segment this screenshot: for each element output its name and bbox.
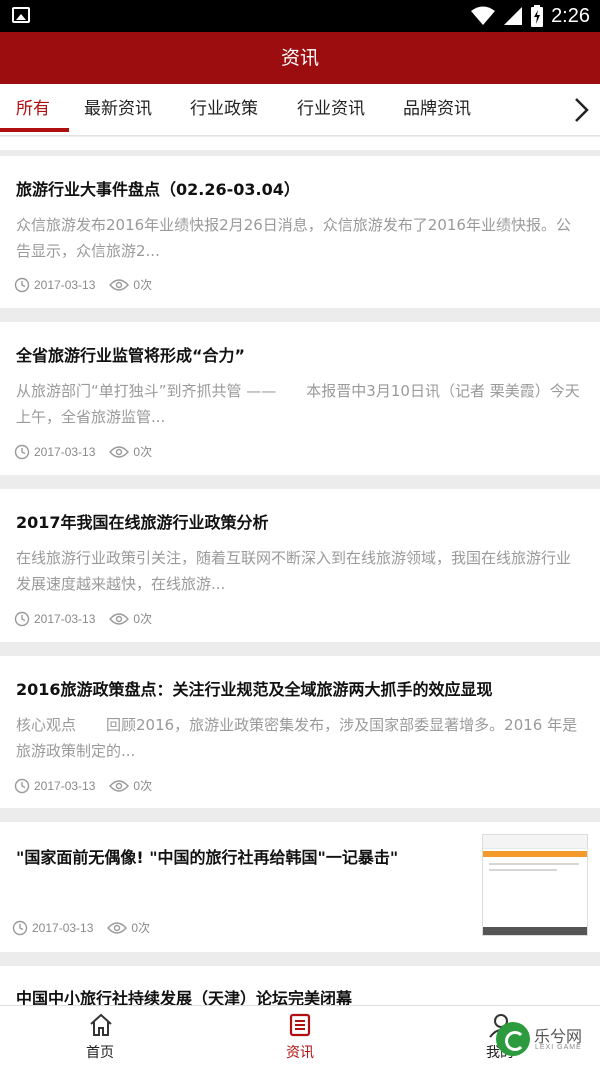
watermark-logo: 乐兮网 LEXI GAME [496,1022,592,1062]
article-card[interactable]: 中国中小旅行社持续发展（天津）论坛完美闭幕 [0,966,600,1006]
clock-icon [14,444,30,459]
page-title: 资讯 [280,47,319,69]
clock-icon [12,920,28,935]
battery-icon [531,5,544,27]
eye-icon [109,612,130,625]
article-meta: 2017-03-13 0次 [14,276,152,293]
nav-home[interactable]: 首页 [40,1006,160,1067]
status-bar: 2:26 [0,0,600,32]
category-tabs: 所有 最新资讯 行业政策 行业资讯 品牌资讯 [0,84,600,136]
clock-icon [14,611,30,626]
article-views: 0次 [133,779,153,793]
chevron-right-icon[interactable] [568,96,594,124]
article-card[interactable]: 旅游行业大事件盘点（02.26-03.04） 众信旅游发布2016年业绩快报2月… [0,156,600,308]
tab-latest-news[interactable]: 最新资讯 [84,84,152,136]
article-date: 2017-03-13 [32,920,94,935]
watermark-subtext: LEXI GAME [535,1044,582,1051]
article-card[interactable]: 2017年我国在线旅游行业政策分析 在线旅游行业政策引关注，随着互联网不断深入到… [0,489,600,642]
tab-industry-news[interactable]: 行业资讯 [297,84,365,136]
article-card[interactable]: 全省旅游行业监管将形成“合力” 从旅游部门“单打独斗”到齐抓共管 —— 本报晋中… [0,322,600,475]
article-date: 2017-03-13 [34,277,96,292]
nav-news[interactable]: 资讯 [240,1006,360,1067]
article-card[interactable]: "国家面前无偶像! "中国的旅行社再给韩国"一记暴击" 2017-03-13 0… [0,822,600,952]
eye-icon [107,921,128,934]
article-views: 0次 [133,612,153,626]
article-title: 旅游行业大事件盘点（02.26-03.04） [16,180,300,199]
list-top-strip [0,137,600,150]
article-meta: 2017-03-13 0次 [12,919,150,936]
article-date: 2017-03-13 [34,778,96,793]
article-meta: 2017-03-13 0次 [14,610,152,627]
home-icon [90,1013,112,1036]
article-thumbnail [482,834,588,936]
article-views: 0次 [133,278,153,292]
clock-icon [14,778,30,793]
watermark-icon [496,1022,530,1056]
article-title: "国家面前无偶像! "中国的旅行社再给韩国"一记暴击" [16,848,399,867]
status-icons: 2:26 [471,0,590,32]
active-tab-indicator [0,128,69,132]
article-views: 0次 [133,445,153,459]
article-card[interactable]: 2016旅游政策盘点：关注行业规范及全域旅游两大抓手的效应显现 核心观点 回顾2… [0,656,600,808]
signal-icon [504,7,523,25]
article-meta: 2017-03-13 0次 [14,777,152,794]
status-time: 2:26 [551,4,590,27]
article-meta: 2017-03-13 0次 [14,443,152,460]
article-views: 0次 [131,921,151,935]
eye-icon [109,278,130,291]
news-icon [289,1013,311,1037]
article-summary: 核心观点 回顾2016，旅游业政策密集发布，涉及国家部委显著增多。2016 年是… [16,716,578,760]
eye-icon [109,445,130,458]
nav-home-label: 首页 [86,1045,114,1061]
article-title: 全省旅游行业监管将形成“合力” [16,346,246,365]
article-title: 2017年我国在线旅游行业政策分析 [16,513,269,532]
article-title: 2016旅游政策盘点：关注行业规范及全域旅游两大抓手的效应显现 [16,680,493,699]
tab-brand-news[interactable]: 品牌资讯 [403,84,471,136]
article-summary: 在线旅游行业政策引关注，随着互联网不断深入到在线旅游领域，我国在线旅游行业发展速… [16,549,572,593]
article-title: 中国中小旅行社持续发展（天津）论坛完美闭幕 [16,989,353,1006]
article-date: 2017-03-13 [34,444,96,459]
tab-industry-policy[interactable]: 行业政策 [190,84,258,136]
eye-icon [109,779,130,792]
app-bar: 资讯 [0,32,600,84]
clock-icon [14,277,30,292]
article-date: 2017-03-13 [34,611,96,626]
image-notification-icon [12,7,30,23]
nav-news-label: 资讯 [286,1045,314,1061]
article-summary: 众信旅游发布2016年业绩快报2月26日消息，众信旅游发布了2016年业绩快报。… [16,216,571,260]
wifi-icon [471,6,496,25]
article-summary: 从旅游部门“单打独斗”到齐抓共管 —— 本报晋中3月10日讯（记者 栗美霞）今天… [16,382,580,426]
